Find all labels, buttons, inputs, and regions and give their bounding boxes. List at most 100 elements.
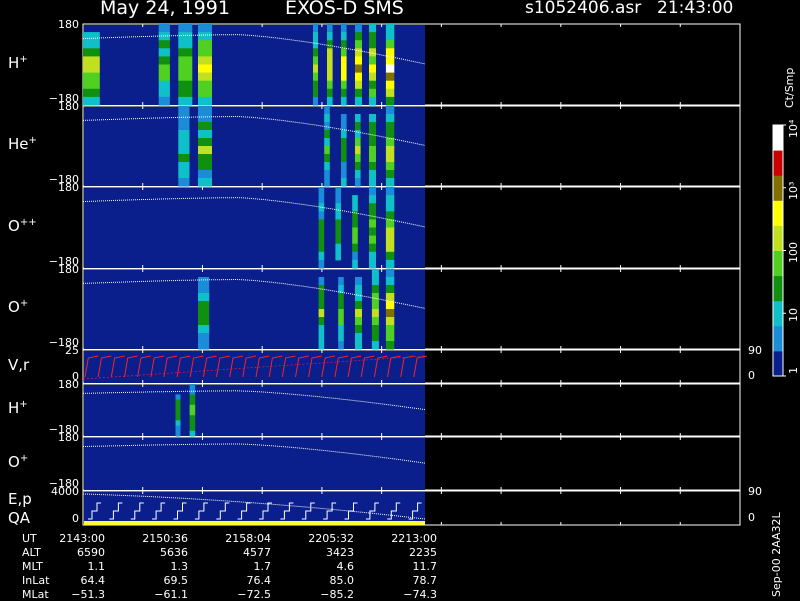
burst-O+-4 (371, 277, 379, 286)
burst-He+-4 (355, 138, 361, 147)
ephemeris-value: 2158:04 (225, 532, 271, 545)
burst-H+-3 (198, 24, 212, 33)
burst-H+ (low)-1 (189, 384, 196, 390)
burst-O+-2 (338, 309, 344, 318)
panel-label-text: O (8, 452, 20, 471)
burst-O+-2 (338, 277, 344, 286)
burst-H+-6 (341, 48, 347, 57)
ephemeris-value: 78.7 (412, 574, 438, 587)
burst-He+-2 (324, 138, 330, 147)
file-name: s1052406.asr (525, 0, 642, 18)
burst-He+-0 (178, 130, 190, 139)
burst-He+-6 (385, 122, 395, 131)
burst-H+-0 (83, 72, 100, 82)
burst-O+-5 (385, 309, 395, 318)
burst-O++-0 (318, 195, 325, 204)
panel-label-6: O+ (8, 453, 28, 471)
ephemeris-value: 4577 (243, 546, 271, 559)
burst-O++-2 (352, 235, 358, 245)
burst-He+-6 (385, 162, 395, 171)
burst-He+-0 (178, 154, 190, 163)
burst-He+-2 (324, 178, 330, 187)
burst-O++-2 (352, 227, 358, 237)
burst-H+-1 (158, 64, 170, 74)
burst-O++-2 (352, 243, 358, 253)
ephemeris-value: 76.4 (246, 574, 272, 587)
burst-O++-4 (385, 259, 395, 269)
ephemeris-value: 1.7 (253, 560, 272, 573)
burst-H+-3 (198, 64, 212, 74)
burst-O+-4 (371, 285, 379, 294)
burst-He+-1 (198, 106, 212, 115)
burst-O+-0 (198, 341, 210, 350)
burst-O+-0 (198, 317, 210, 326)
burst-H+-9 (385, 40, 395, 49)
burst-H+-8 (369, 32, 376, 41)
colorbar-swatch-0 (773, 350, 783, 377)
burst-H+-5 (327, 64, 333, 74)
burst-He+-1 (198, 122, 212, 131)
burst-O+-4 (371, 293, 379, 302)
burst-H+-6 (341, 96, 347, 106)
burst-H+-7 (355, 96, 362, 106)
burst-O+-3 (355, 277, 362, 286)
burst-H+-2 (178, 40, 193, 49)
burst-H+-8 (369, 40, 376, 49)
panel-label-superscript: + (19, 452, 29, 464)
burst-H+-7 (355, 48, 362, 57)
burst-H+-5 (327, 80, 333, 90)
ephemeris-value: 2235 (409, 546, 437, 559)
burst-O+-1 (318, 301, 325, 310)
burst-H+-1 (158, 96, 170, 106)
burst-O++-0 (318, 259, 325, 269)
panel-rmax-4: 90 (748, 344, 762, 357)
burst-He+-6 (385, 114, 395, 123)
burst-He+-6 (385, 106, 395, 115)
burst-H+-9 (385, 88, 395, 98)
burst-O+-5 (385, 285, 395, 294)
side-note: Sep-00 2AA32L (770, 512, 783, 597)
burst-O+-3 (355, 341, 362, 350)
burst-H+-4 (313, 96, 318, 106)
burst-O++-4 (385, 251, 395, 261)
panel-rmin-4: 0 (748, 369, 755, 382)
burst-H+-4 (313, 64, 318, 74)
burst-He+-4 (355, 170, 361, 179)
burst-O+-5 (385, 269, 395, 278)
ephemeris-name-UT: UT (22, 532, 37, 545)
ephemeris-value: 5636 (160, 546, 188, 559)
burst-He+-6 (385, 130, 395, 139)
burst-O++-0 (318, 203, 325, 212)
ephemeris-value: 11.7 (412, 560, 438, 573)
burst-H+ (low)-0 (175, 420, 181, 427)
panel-label-superscript: + (19, 53, 28, 65)
burst-O+-0 (198, 277, 210, 286)
burst-H+-7 (355, 56, 362, 65)
panel-label-0: H+ (8, 54, 28, 72)
colorbar-swatch-5 (773, 225, 783, 251)
burst-He+-1 (198, 114, 212, 123)
burst-He+-4 (355, 122, 361, 131)
burst-O+-3 (355, 317, 362, 326)
panel-label-superscript: ++ (19, 216, 37, 228)
burst-H+-2 (178, 88, 193, 98)
colorbar-label-4: 10⁴ (787, 119, 800, 138)
colorbar-swatch-8 (773, 150, 783, 176)
ephemeris-value: 6590 (77, 546, 105, 559)
burst-He+-1 (198, 146, 212, 155)
burst-H+-6 (341, 56, 347, 65)
burst-H+-7 (355, 40, 362, 49)
burst-O++-2 (352, 219, 358, 228)
colorbar-swatch-4 (773, 250, 783, 277)
burst-He+-1 (198, 178, 212, 187)
burst-He+-0 (178, 114, 190, 123)
burst-He+-5 (369, 114, 376, 123)
burst-O+-1 (318, 309, 325, 318)
burst-H+-3 (198, 80, 212, 90)
burst-H+-6 (341, 80, 347, 90)
burst-O+-5 (385, 293, 395, 302)
burst-He+-4 (355, 154, 361, 163)
burst-H+-6 (341, 32, 347, 41)
ephemeris-name-MLT: MLT (22, 560, 43, 573)
ephemeris-value: −74.3 (403, 588, 437, 601)
